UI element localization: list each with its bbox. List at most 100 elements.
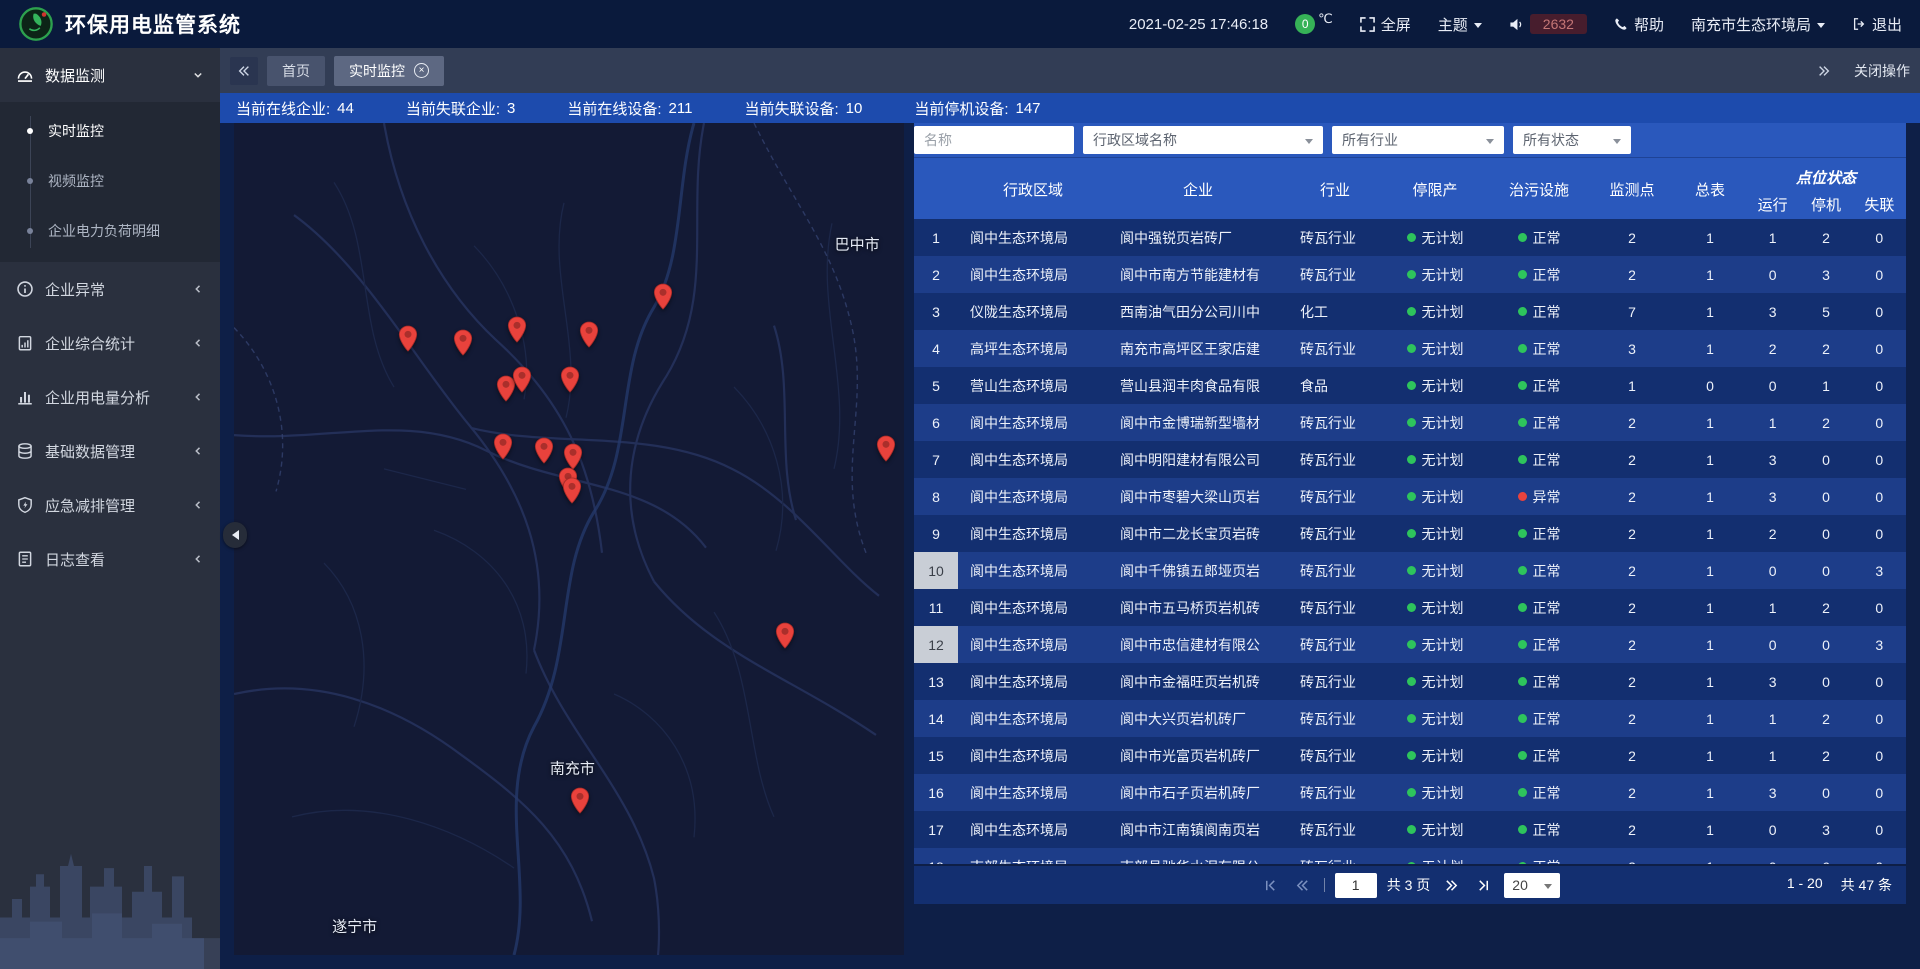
table-row[interactable]: 9 阆中生态环境局 阆中市二龙长宝页岩砖 砖瓦行业 无计划 正常 2 1 2 0… (914, 515, 1906, 552)
status-dot (1407, 529, 1416, 538)
table-row[interactable]: 6 阆中生态环境局 阆中市金博瑞新型墙材 砖瓦行业 无计划 正常 2 1 1 2… (914, 404, 1906, 441)
map-canvas[interactable]: 巴中市 南充市 遂宁市 (234, 123, 904, 955)
map-pin[interactable] (493, 433, 513, 460)
map-collapse-toggle[interactable] (223, 522, 247, 548)
org-menu[interactable]: 南充市生态环境局 (1691, 14, 1825, 35)
table-row[interactable]: 1 阆中生态环境局 阆中强锐页岩砖厂 砖瓦行业 无计划 正常 2 1 1 2 0 (914, 219, 1906, 256)
document-icon (16, 550, 34, 568)
sidebar-group-label: 企业综合统计 (45, 333, 135, 354)
status-dot (1407, 455, 1416, 464)
cell-stopped: 0 (1799, 774, 1852, 811)
sidebar-item-video-monitoring[interactable]: 视频监控 (0, 156, 220, 206)
last-page-button[interactable] (1472, 874, 1494, 896)
tab-home[interactable]: 首页 (267, 56, 325, 86)
sidebar-group-power-analysis[interactable]: 企业用电量分析 (0, 370, 220, 424)
cell-production-status: 无计划 (1382, 663, 1488, 700)
sidebar-group-base-data[interactable]: 基础数据管理 (0, 424, 220, 478)
table-row[interactable]: 2 阆中生态环境局 阆中市南方节能建材有 砖瓦行业 无计划 正常 2 1 0 3… (914, 256, 1906, 293)
fullscreen-button[interactable]: 全屏 (1360, 14, 1411, 35)
tab-bar: 首页 实时监控 × 关闭操作 (220, 48, 1920, 93)
sidebar-group-label: 企业用电量分析 (45, 387, 150, 408)
map-panel[interactable]: 巴中市 南充市 遂宁市 (234, 123, 904, 955)
stat-label: 当前在线企业: (236, 98, 330, 119)
cell-stopped: 2 (1799, 330, 1852, 367)
region-filter-select[interactable]: 行政区域名称 (1083, 126, 1323, 154)
cell-production-status: 无计划 (1382, 848, 1488, 864)
table-row[interactable]: 12 阆中生态环境局 阆中市忠信建材有限公 砖瓦行业 无计划 正常 2 1 0 … (914, 626, 1906, 663)
sidebar-item-realtime-monitoring[interactable]: 实时监控 (0, 106, 220, 156)
table-row[interactable]: 18 南部生态环境局 南部县驰华水泥有限公 砖瓦行业 无计划 正常 2 1 0 … (914, 848, 1906, 864)
map-pin[interactable] (570, 787, 590, 814)
page-number-input[interactable] (1335, 873, 1377, 898)
table-row[interactable]: 16 阆中生态环境局 阆中市石子页岩机砖厂 砖瓦行业 无计划 正常 2 1 3 … (914, 774, 1906, 811)
sidebar-group-enterprise-anomaly[interactable]: 企业异常 (0, 262, 220, 316)
theme-menu[interactable]: 主题 (1438, 14, 1482, 35)
map-pin[interactable] (560, 366, 580, 393)
table-row[interactable]: 4 高坪生态环境局 南充市高坪区王家店建 砖瓦行业 无计划 正常 3 1 2 2… (914, 330, 1906, 367)
tabs-scroll-right-button[interactable] (1810, 57, 1838, 85)
cell-total-meters: 1 (1674, 848, 1746, 864)
phone-icon (1614, 17, 1628, 31)
page-size-select[interactable]: 20 (1504, 873, 1560, 898)
table-row[interactable]: 11 阆中生态环境局 阆中市五马桥页岩机砖 砖瓦行业 无计划 正常 2 1 1 … (914, 589, 1906, 626)
table-row[interactable]: 13 阆中生态环境局 阆中市金福旺页岩机砖 砖瓦行业 无计划 正常 2 1 3 … (914, 663, 1906, 700)
cell-region: 阆中生态环境局 (958, 219, 1108, 256)
map-pin[interactable] (579, 321, 599, 348)
industry-filter-select[interactable]: 所有行业 (1332, 126, 1504, 154)
status-filter-select[interactable]: 所有状态 (1513, 126, 1631, 154)
prev-page-button[interactable] (1292, 874, 1314, 896)
table-row[interactable]: 7 阆中生态环境局 阆中明阳建材有限公司 砖瓦行业 无计划 正常 2 1 3 0… (914, 441, 1906, 478)
map-pin[interactable] (653, 283, 673, 310)
cell-industry: 砖瓦行业 (1288, 663, 1382, 700)
table-row[interactable]: 15 阆中生态环境局 阆中市光富页岩机砖厂 砖瓦行业 无计划 正常 2 1 1 … (914, 737, 1906, 774)
close-operations-button[interactable]: 关闭操作 (1854, 61, 1910, 81)
cell-facility-status: 正常 (1488, 700, 1590, 737)
sidebar-group-label: 基础数据管理 (45, 441, 135, 462)
cell-running: 0 (1746, 626, 1799, 663)
sidebar-group-data-monitoring[interactable]: 数据监测 (0, 48, 220, 102)
cell-total-meters: 1 (1674, 663, 1746, 700)
table-row[interactable]: 10 阆中生态环境局 阆中千佛镇五郎垭页岩 砖瓦行业 无计划 正常 2 1 0 … (914, 552, 1906, 589)
sidebar-group-log-view[interactable]: 日志查看 (0, 532, 220, 586)
notice-indicator[interactable]: 2632 (1509, 14, 1587, 34)
table-row[interactable]: 8 阆中生态环境局 阆中市枣碧大梁山页岩 砖瓦行业 无计划 异常 2 1 3 0… (914, 478, 1906, 515)
cell-industry: 砖瓦行业 (1288, 256, 1382, 293)
app-root: 环保用电监管系统 2021-02-25 17:46:18 0 ℃ 全屏 主题 (0, 0, 1920, 969)
next-page-button[interactable] (1440, 874, 1462, 896)
table-row[interactable]: 3 仪陇生态环境局 西南油气田分公司川中 化工 无计划 正常 7 1 3 5 0 (914, 293, 1906, 330)
status-dot (1518, 270, 1527, 279)
cell-company: 阆中市光富页岩机砖厂 (1108, 737, 1288, 774)
cell-company: 阆中市金福旺页岩机砖 (1108, 663, 1288, 700)
sidebar-group-emergency-reduction[interactable]: 应急减排管理 (0, 478, 220, 532)
map-pin[interactable] (775, 622, 795, 649)
stat-online-devices: 当前在线设备: 211 (567, 98, 692, 119)
row-index: 11 (914, 589, 958, 626)
map-pin[interactable] (398, 325, 418, 352)
map-pin[interactable] (562, 477, 582, 504)
table-row[interactable]: 14 阆中生态环境局 阆中大兴页岩机砖厂 砖瓦行业 无计划 正常 2 1 1 2… (914, 700, 1906, 737)
map-pin[interactable] (563, 443, 583, 470)
cell-stopped: 0 (1799, 478, 1852, 515)
map-pin[interactable] (876, 435, 896, 462)
map-pin[interactable] (453, 329, 473, 356)
stat-label: 当前停机设备: (914, 98, 1008, 119)
logout-button[interactable]: 退出 (1852, 14, 1902, 35)
name-filter-input[interactable] (914, 126, 1074, 154)
sidebar-group-enterprise-statistics[interactable]: 企业综合统计 (0, 316, 220, 370)
first-page-button[interactable] (1260, 874, 1282, 896)
map-pin[interactable] (507, 316, 527, 343)
row-index: 12 (914, 626, 958, 663)
help-button[interactable]: 帮助 (1614, 14, 1664, 35)
map-pin[interactable] (534, 437, 554, 464)
tabs-scroll-left-button[interactable] (230, 57, 258, 85)
tab-realtime-monitoring[interactable]: 实时监控 × (334, 56, 444, 86)
map-pin[interactable] (512, 366, 532, 393)
table-row[interactable]: 17 阆中生态环境局 阆中市江南镇阆南页岩 砖瓦行业 无计划 正常 2 1 0 … (914, 811, 1906, 848)
cell-running: 0 (1746, 848, 1799, 864)
cell-region: 阆中生态环境局 (958, 441, 1108, 478)
cell-region: 阆中生态环境局 (958, 552, 1108, 589)
cell-region: 阆中生态环境局 (958, 737, 1108, 774)
close-tab-icon[interactable]: × (414, 63, 429, 78)
sidebar-item-power-load-detail[interactable]: 企业电力负荷明细 (0, 206, 220, 256)
table-row[interactable]: 5 营山生态环境局 营山县润丰肉食品有限 食品 无计划 正常 1 0 0 1 0 (914, 367, 1906, 404)
